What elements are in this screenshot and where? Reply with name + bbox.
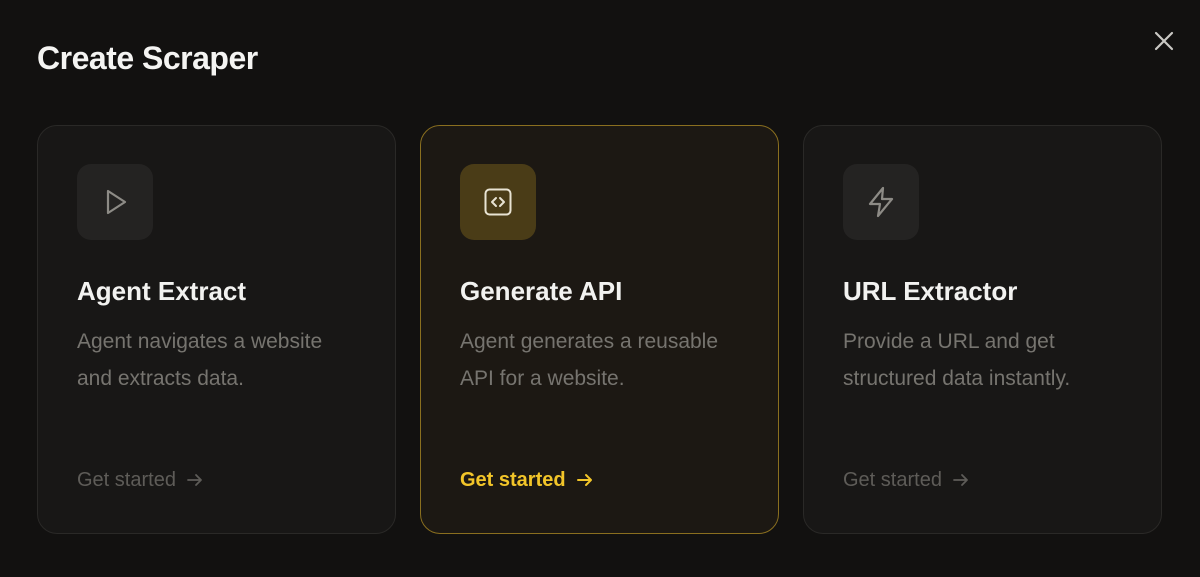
play-icon <box>106 189 127 215</box>
get-started-label: Get started <box>77 469 176 491</box>
card-generate-api[interactable]: Generate API Agent generates a reusable … <box>420 125 779 534</box>
card-title: Generate API <box>460 276 623 306</box>
get-started-label: Get started <box>843 469 942 491</box>
card-description: Provide a URL and get structured data in… <box>843 330 1071 390</box>
icon-box <box>460 164 536 240</box>
create-scraper-modal: Create Scraper Agent Extract Agent navig… <box>0 0 1200 577</box>
lightning-icon <box>868 186 894 218</box>
card-title: Agent Extract <box>77 276 247 306</box>
close-icon <box>1154 31 1174 51</box>
get-started-link[interactable]: Get started <box>460 466 594 494</box>
card-description: Agent navigates a website and extracts d… <box>77 330 323 390</box>
arrow-right-icon <box>952 471 970 489</box>
arrow-right-icon <box>186 471 204 489</box>
card-url-extractor[interactable]: URL Extractor Provide a URL and get stru… <box>803 125 1162 534</box>
card-agent-extract[interactable]: Agent Extract Agent navigates a website … <box>37 125 396 534</box>
card-title: URL Extractor <box>843 276 1018 306</box>
code-icon <box>484 188 512 216</box>
get-started-link[interactable]: Get started <box>843 466 970 494</box>
icon-box <box>77 164 153 240</box>
get-started-label: Get started <box>460 469 566 491</box>
option-cards: Agent Extract Agent navigates a website … <box>37 125 1162 534</box>
close-button[interactable] <box>1148 25 1180 57</box>
icon-box <box>843 164 919 240</box>
get-started-link[interactable]: Get started <box>77 466 204 494</box>
arrow-right-icon <box>576 471 594 489</box>
card-description: Agent generates a reusable API for a web… <box>460 330 719 390</box>
modal-title: Create Scraper <box>37 40 258 76</box>
